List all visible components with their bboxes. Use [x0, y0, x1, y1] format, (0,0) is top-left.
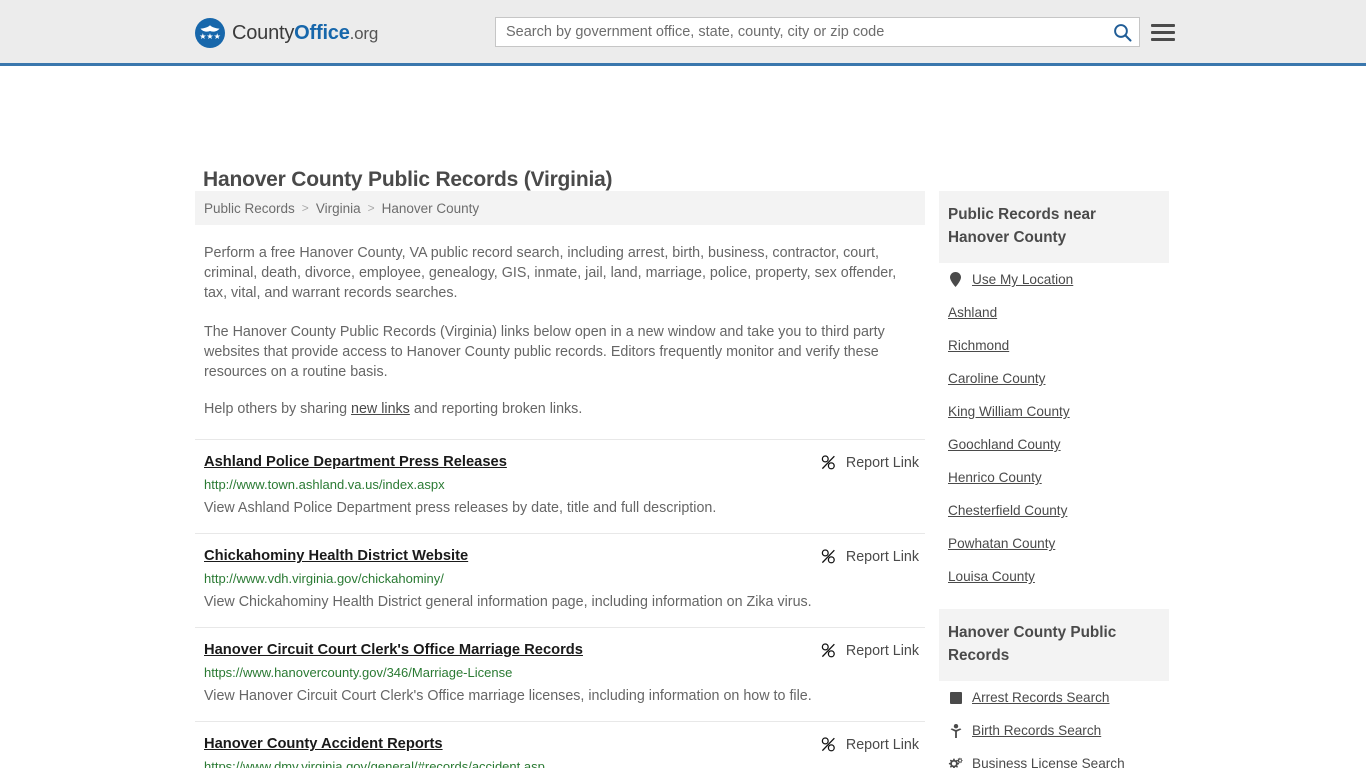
- report-link-button[interactable]: Report Link: [820, 736, 919, 753]
- child-icon: [948, 723, 963, 738]
- intro-paragraph-2: The Hanover County Public Records (Virgi…: [204, 324, 885, 380]
- listing-title[interactable]: Hanover Circuit Court Clerk's Office Mar…: [204, 642, 583, 658]
- nearby-place-item[interactable]: Chesterfield County: [939, 494, 1169, 527]
- site-header: ★★★ CountyOffice.org: [0, 0, 1366, 66]
- nearby-place-item[interactable]: Ashland: [939, 296, 1169, 329]
- record-link-arrest[interactable]: Arrest Records Search: [972, 690, 1110, 705]
- help-suffix: and reporting broken links.: [409, 401, 583, 417]
- use-my-location-item[interactable]: Use My Location: [939, 263, 1169, 296]
- report-link-label: Report Link: [845, 548, 919, 565]
- nearby-place-link[interactable]: Caroline County: [948, 371, 1045, 386]
- brand-part-office: Office: [294, 21, 350, 44]
- report-link-button[interactable]: Report Link: [820, 548, 919, 565]
- brand-part-county: County: [232, 21, 295, 44]
- search-button[interactable]: [1105, 18, 1139, 46]
- nearby-place-link[interactable]: Goochland County: [948, 437, 1061, 452]
- listing-item: Ashland Police Department Press Releases…: [195, 439, 925, 533]
- eagle-stars-logo-icon: ★★★: [195, 18, 225, 48]
- nearby-place-link[interactable]: Henrico County: [948, 470, 1042, 485]
- search-icon: [1113, 23, 1132, 42]
- nearby-place-item[interactable]: Powhatan County: [939, 527, 1169, 560]
- breadcrumb: Public Records > Virginia > Hanover Coun…: [195, 191, 925, 225]
- nearby-place-item[interactable]: Louisa County: [939, 560, 1169, 593]
- new-links-link[interactable]: new links: [351, 401, 410, 417]
- listing-item: Hanover County Accident Reports https://…: [195, 721, 925, 768]
- nearby-place-link[interactable]: Chesterfield County: [948, 503, 1067, 518]
- nearby-panel-title: Public Records near Hanover County: [939, 191, 1169, 263]
- hamburger-bar-2: [1151, 30, 1175, 34]
- records-links-list: Arrest Records Search Birth Records Sear…: [939, 681, 1169, 768]
- listing-item: Hanover Circuit Court Clerk's Office Mar…: [195, 627, 925, 721]
- intro-paragraph-1: Perform a free Hanover County, VA public…: [204, 245, 897, 301]
- listing-url: https://www.dmv.virginia.gov/general/#re…: [204, 759, 545, 768]
- record-link-item-business[interactable]: Business License Search: [939, 747, 1169, 768]
- listing-url: https://www.hanovercounty.gov/346/Marria…: [204, 665, 513, 680]
- broken-link-icon: [821, 549, 835, 564]
- report-link-button[interactable]: Report Link: [820, 642, 919, 659]
- use-my-location-link[interactable]: Use My Location: [972, 272, 1073, 287]
- page-title: Hanover County Public Records (Virginia): [203, 168, 613, 192]
- record-link-birth[interactable]: Birth Records Search: [972, 723, 1101, 738]
- nearby-place-link[interactable]: King William County: [948, 404, 1070, 419]
- brand-part-org: .org: [349, 23, 379, 43]
- site-logo[interactable]: ★★★ CountyOffice.org: [195, 18, 378, 48]
- listing-title[interactable]: Ashland Police Department Press Releases: [204, 454, 507, 470]
- report-link-label: Report Link: [845, 736, 919, 753]
- breadcrumb-item-hanover-county[interactable]: Hanover County: [382, 201, 480, 216]
- breadcrumb-item-public-records[interactable]: Public Records: [204, 201, 295, 216]
- nearby-place-item[interactable]: Caroline County: [939, 362, 1169, 395]
- nearby-place-link[interactable]: Powhatan County: [948, 536, 1055, 551]
- hamburger-bar-1: [1151, 23, 1175, 27]
- search-bar: [495, 17, 1140, 47]
- listing-description: View Hanover Circuit Court Clerk's Offic…: [204, 688, 812, 704]
- breadcrumb-item-virginia[interactable]: Virginia: [316, 201, 361, 216]
- hamburger-menu-icon[interactable]: [1151, 20, 1175, 44]
- record-link-item-arrest[interactable]: Arrest Records Search: [939, 681, 1169, 714]
- report-link-button[interactable]: Report Link: [820, 454, 919, 471]
- help-paragraph: Help others by sharing new links and rep…: [204, 401, 916, 417]
- three-stars-icon: ★★★: [199, 32, 221, 41]
- record-link-business[interactable]: Business License Search: [972, 756, 1125, 768]
- listing-url: http://www.vdh.virginia.gov/chickahominy…: [204, 571, 444, 586]
- sidebar: Public Records near Hanover County Use M…: [939, 191, 1169, 768]
- nearby-place-item[interactable]: Goochland County: [939, 428, 1169, 461]
- breadcrumb-separator-2: >: [367, 201, 375, 215]
- listing-title[interactable]: Hanover County Accident Reports: [204, 736, 443, 752]
- nearby-place-link[interactable]: Louisa County: [948, 569, 1035, 584]
- main-content: Public Records > Virginia > Hanover Coun…: [195, 191, 925, 768]
- listing-url: http://www.town.ashland.va.us/index.aspx: [204, 477, 445, 492]
- nearby-places-list: Use My Location Ashland Richmond Carolin…: [939, 263, 1169, 593]
- help-prefix: Help others by sharing: [204, 401, 352, 417]
- breadcrumb-separator-1: >: [301, 201, 309, 215]
- record-link-item-birth[interactable]: Birth Records Search: [939, 714, 1169, 747]
- map-pin-icon: [948, 272, 963, 287]
- nearby-place-link[interactable]: Richmond: [948, 338, 1009, 353]
- nearby-place-item[interactable]: King William County: [939, 395, 1169, 428]
- nearby-place-link[interactable]: Ashland: [948, 305, 997, 320]
- search-input[interactable]: [496, 18, 1105, 46]
- report-link-label: Report Link: [845, 454, 919, 471]
- listing-results: Ashland Police Department Press Releases…: [195, 439, 925, 768]
- listing-title[interactable]: Chickahominy Health District Website: [204, 548, 468, 564]
- hamburger-bar-3: [1151, 37, 1175, 41]
- fingerprint-square-icon: [948, 690, 963, 705]
- listing-item: Chickahominy Health District Website htt…: [195, 533, 925, 627]
- listing-description: View Ashland Police Department press rel…: [204, 500, 717, 516]
- gears-icon: [948, 756, 963, 768]
- broken-link-icon: [821, 455, 835, 470]
- nearby-place-item[interactable]: Richmond: [939, 329, 1169, 362]
- report-link-label: Report Link: [845, 642, 919, 659]
- records-panel-title: Hanover County Public Records: [939, 609, 1169, 681]
- nearby-place-item[interactable]: Henrico County: [939, 461, 1169, 494]
- broken-link-icon: [821, 643, 835, 658]
- broken-link-icon: [821, 737, 835, 752]
- brand-text: CountyOffice.org: [232, 22, 378, 45]
- listing-description: View Chickahominy Health District genera…: [204, 594, 812, 610]
